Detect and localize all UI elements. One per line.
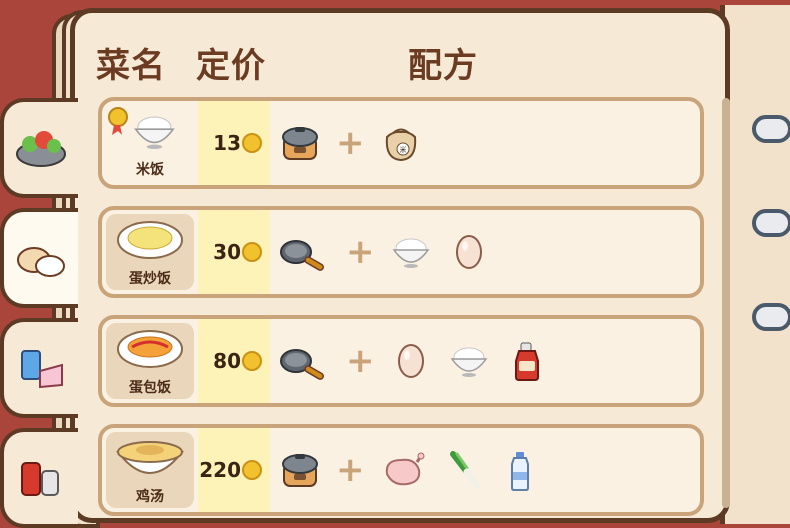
fried-rice-icon <box>117 221 183 259</box>
coin-icon <box>242 242 262 262</box>
egg-icon <box>455 235 482 269</box>
price-value: 13 <box>213 131 241 155</box>
tab-rice-dishes[interactable] <box>0 208 78 308</box>
recipe-row-egg-fried-rice[interactable]: 蛋炒饭 30 + <box>98 206 704 298</box>
svg-text:米: 米 <box>399 145 406 154</box>
raw-chicken-icon <box>384 451 425 486</box>
recipe-ingredients: + <box>278 210 491 294</box>
scrollbar[interactable] <box>722 98 730 508</box>
green-onion-icon <box>441 448 485 492</box>
coin-icon <box>242 133 262 153</box>
rice-cooker-icon <box>282 453 318 487</box>
dish-name: 鸡汤 <box>136 489 164 505</box>
recipe-row-omelette-rice[interactable]: 蛋包饭 80 + <box>98 315 704 407</box>
frying-pan-icon <box>280 240 326 273</box>
price-cell: 13 <box>198 101 270 185</box>
coin-icon <box>242 460 262 480</box>
dish-cell: 鸡汤 <box>106 432 194 508</box>
dish-name: 蛋包饭 <box>129 380 171 396</box>
price-cell: 220 <box>198 428 270 512</box>
dish-name: 米饭 <box>136 162 164 178</box>
recipe-row-chicken-soup[interactable]: 鸡汤 220 + <box>98 424 704 516</box>
dish-cell: 米饭 <box>106 105 194 181</box>
rice-bowl-icon <box>450 347 487 378</box>
dish-cell: 蛋炒饭 <box>106 214 194 290</box>
recipe-ingredients: + 米 <box>278 101 423 185</box>
salad-icon <box>16 131 66 167</box>
rice-bowl-icon <box>392 238 429 269</box>
tab-salad[interactable] <box>0 98 78 198</box>
egg-icon <box>397 344 424 378</box>
rice-sack-icon: 米 <box>385 128 416 161</box>
binder-ring <box>752 209 790 237</box>
rice-cooker-icon <box>282 126 318 160</box>
chicken-soup-icon <box>117 441 183 474</box>
price-value: 30 <box>213 240 241 264</box>
price-cell: 80 <box>198 319 270 403</box>
price-column-header: 定价 <box>196 46 266 86</box>
binder-ring <box>752 303 790 331</box>
binder-ring <box>752 115 790 143</box>
price-value: 220 <box>199 458 241 482</box>
book-right-edge <box>720 5 790 524</box>
sauce-bottles-icon <box>21 462 59 496</box>
recipe-ingredients: + <box>278 319 549 403</box>
recipe-column-header: 配方 <box>408 46 478 86</box>
recipe-row-rice[interactable]: 米饭 13 + 米 <box>98 97 704 189</box>
dish-cell: 蛋包饭 <box>106 323 194 399</box>
recipe-ingredients: + <box>278 428 539 512</box>
plus-sign: + <box>336 123 365 163</box>
drink-cake-icon <box>21 350 63 389</box>
plus-sign: + <box>336 450 365 490</box>
coin-icon <box>242 351 262 371</box>
rice-bowls-icon <box>17 247 65 277</box>
omelette-rice-icon <box>116 329 184 369</box>
plus-sign: + <box>346 341 375 381</box>
plus-sign: + <box>346 232 375 272</box>
dish-column-header: 菜名 <box>96 46 166 86</box>
water-bottle-icon <box>510 451 529 491</box>
ketchup-bottle-icon <box>514 342 539 381</box>
tab-drinks-desserts[interactable] <box>0 318 78 418</box>
dish-name: 蛋炒饭 <box>129 271 171 287</box>
tab-condiments[interactable] <box>0 428 78 528</box>
price-value: 80 <box>213 349 241 373</box>
price-cell: 30 <box>198 210 270 294</box>
rice-bowl-icon <box>108 107 174 150</box>
frying-pan-icon <box>280 349 326 382</box>
